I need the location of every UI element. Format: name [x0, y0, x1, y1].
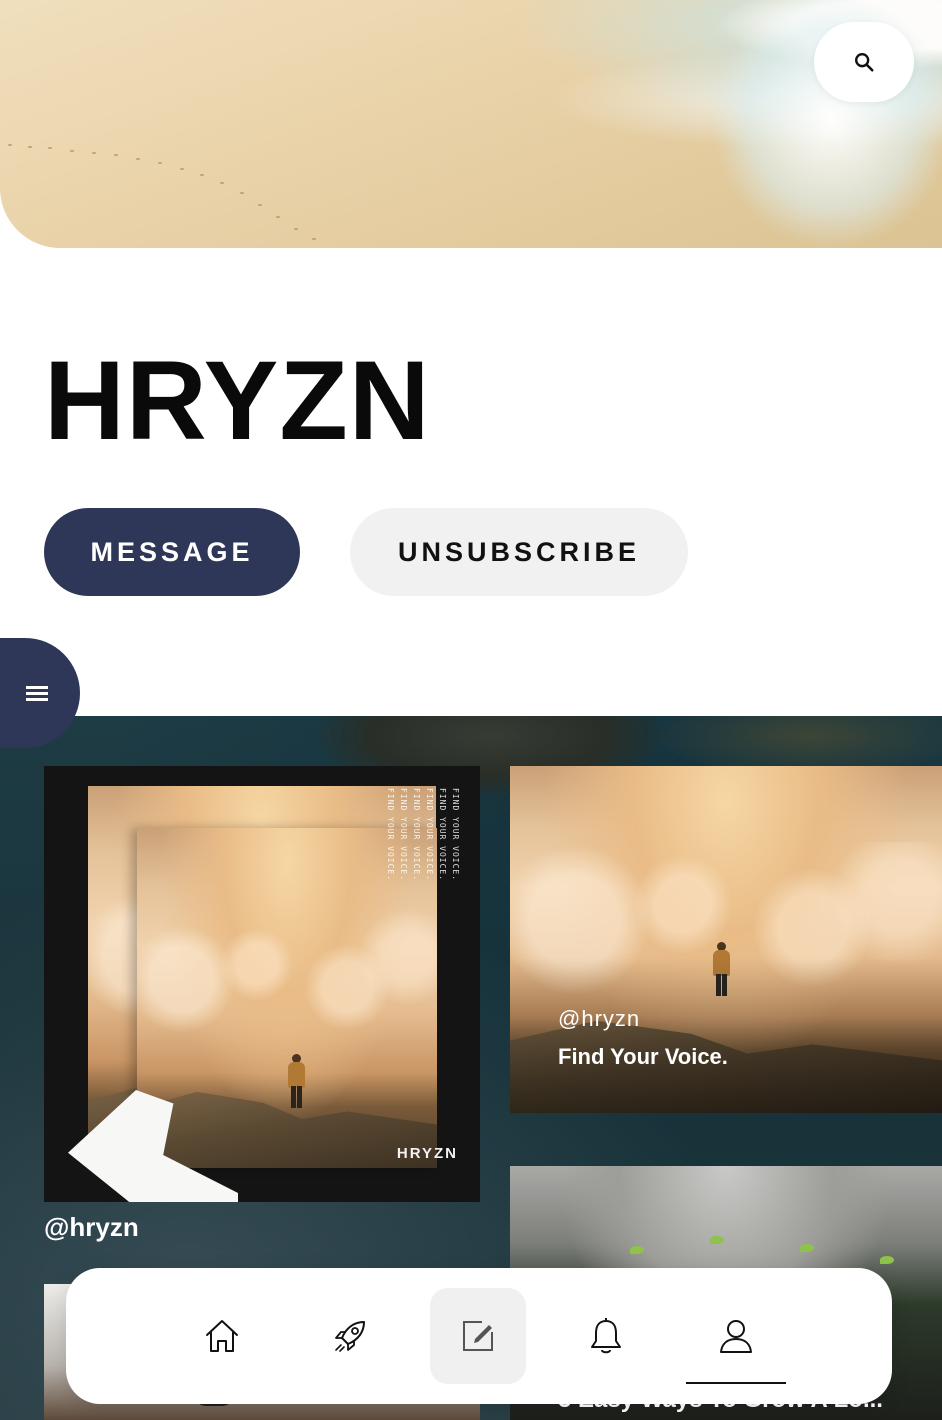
home-icon: [206, 1320, 238, 1352]
search-icon: [855, 53, 874, 72]
post-author-handle[interactable]: @hryzn: [558, 1006, 640, 1032]
user-icon: [720, 1320, 752, 1353]
nav-notifications-button[interactable]: [558, 1288, 654, 1384]
nav-profile-button[interactable]: [688, 1288, 784, 1384]
post-card[interactable]: @hryzn Find Your Voice.: [510, 766, 942, 1113]
bell-icon: [591, 1318, 621, 1354]
unsubscribe-button[interactable]: UNSUBSCRIBE: [350, 508, 688, 596]
post-caption: Find Your Voice.: [558, 1044, 728, 1069]
image-text-line: FIND YOUR VOICE.: [451, 788, 460, 882]
bottom-navigation: [66, 1268, 892, 1404]
image-text-line: FIND YOUR VOICE.: [425, 788, 434, 882]
message-button[interactable]: MESSAGE: [44, 508, 300, 596]
image-text-line: FIND YOUR VOICE.: [438, 788, 447, 882]
search-button[interactable]: [814, 22, 914, 102]
image-text-line: FIND YOUR VOICE.: [412, 788, 421, 882]
sprout-leaf: [710, 1236, 724, 1244]
image-text-line: FIND YOUR VOICE.: [399, 788, 408, 882]
nav-active-indicator: [686, 1382, 786, 1384]
rocket-icon: [335, 1321, 365, 1352]
nav-explore-button[interactable]: [302, 1288, 398, 1384]
post-image-shade: [510, 956, 942, 1113]
nav-compose-button[interactable]: [430, 1288, 526, 1384]
cover-footprints: [0, 120, 340, 248]
compose-icon: [463, 1321, 493, 1351]
post-author-handle[interactable]: @hryzn: [44, 1212, 139, 1243]
sprout-leaf: [630, 1246, 644, 1254]
hamburger-menu-icon: [26, 683, 48, 704]
sprout-leaf: [880, 1256, 894, 1264]
post-image-repeated-text: FIND YOUR VOICE. FIND YOUR VOICE. FIND Y…: [386, 788, 460, 881]
cover-image: [0, 0, 942, 248]
post-card[interactable]: FIND YOUR VOICE. FIND YOUR VOICE. FIND Y…: [44, 766, 480, 1202]
nav-home-button[interactable]: [174, 1288, 270, 1384]
post-image-brand: HRYZN: [396, 1145, 458, 1162]
profile-name: HRYZN: [44, 338, 431, 463]
sprout-leaf: [800, 1244, 814, 1252]
image-text-line: FIND YOUR VOICE.: [386, 788, 395, 882]
